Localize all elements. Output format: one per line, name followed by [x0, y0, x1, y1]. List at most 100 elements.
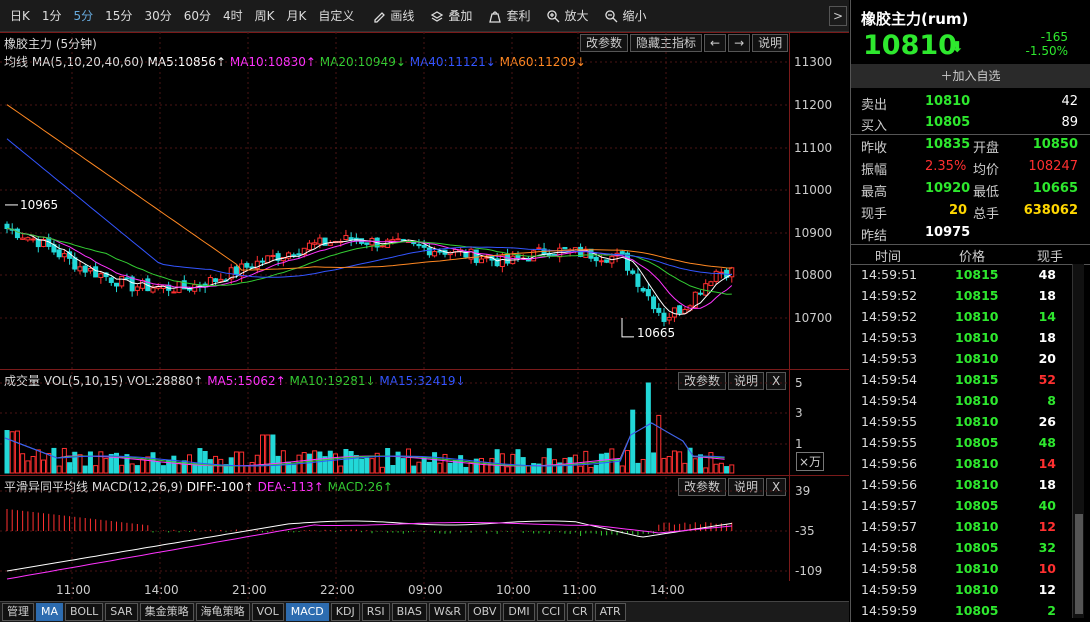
volume-bar [640, 458, 646, 474]
indicator-tab[interactable]: KDJ [330, 603, 360, 621]
period-tab[interactable]: 1分 [36, 6, 68, 26]
tool-button[interactable]: 叠加 [422, 7, 480, 24]
change-percent: -1.50% [1025, 44, 1068, 58]
tick-row: 14:59:52 10815 18 [851, 286, 1076, 307]
expand-arrow-button[interactable]: > [829, 6, 847, 26]
period-tab[interactable]: 5分 [68, 6, 100, 26]
volume-bar [708, 452, 714, 474]
volume-bar [588, 466, 594, 474]
volume-bar [270, 434, 276, 474]
candle [661, 312, 667, 322]
open-label: 开盘 [973, 141, 1000, 156]
tick-price: 10810 [955, 309, 999, 324]
chart-canvas[interactable]: 10965 10665 [0, 32, 790, 601]
indicator-tab[interactable]: CR [567, 603, 593, 621]
indicator-tab[interactable]: W&R [428, 603, 466, 621]
volume-bar [343, 449, 349, 474]
tick-price: 10810 [955, 351, 999, 366]
candle [218, 278, 224, 282]
tick-price: 10815 [955, 372, 999, 387]
time-tick-label: 22:00 [320, 583, 355, 597]
indicator-tab[interactable]: MA [36, 603, 64, 621]
indicator-tab[interactable]: BIAS [391, 603, 427, 621]
volume-bar [317, 451, 323, 474]
tool-button[interactable]: 放大 [538, 7, 596, 24]
volume-bar [93, 465, 99, 474]
indicator-tab[interactable]: CCI [536, 603, 566, 621]
candle [343, 235, 349, 240]
time-axis: 11:00 14:00 21:00 22:00 09:00 10:00 11:00 14:00 [0, 581, 849, 601]
instrument-name: 橡胶主力(rum) [861, 10, 969, 28]
period-tab[interactable]: 60分 [178, 6, 217, 26]
indicator-tab[interactable]: 海龟策略 [195, 603, 250, 621]
indicator-tab[interactable]: BOLL [65, 603, 104, 621]
prev-close-label: 昨收 [861, 141, 888, 156]
time-tick-label: 11:00 [56, 583, 91, 597]
period-tab[interactable]: 4时 [217, 6, 249, 26]
volume-bar [333, 453, 338, 474]
draw-line-button[interactable]: 画线 [364, 7, 422, 24]
period-tab[interactable]: 自定义 [312, 6, 360, 26]
tool-button[interactable]: 缩小 [596, 7, 654, 24]
volume-bar [306, 453, 312, 474]
indicator-tab[interactable]: DMI [503, 603, 535, 621]
tick-row: 14:59:55 10810 26 [851, 412, 1076, 433]
period-tab[interactable]: 日K [4, 6, 36, 26]
candle [306, 242, 312, 251]
scrollbar-thumb[interactable] [1075, 514, 1083, 614]
candle [72, 257, 78, 270]
volume-unit: ×万 [796, 452, 825, 471]
candle [505, 253, 511, 264]
candle [108, 277, 114, 283]
tick-time: 14:59:56 [861, 456, 918, 471]
volume-bar [390, 465, 396, 474]
indicator-tab[interactable]: SAR [105, 603, 138, 621]
volume-bar [656, 414, 662, 474]
stats-row-2: 振幅 2.35% 均价 108247 [851, 156, 1090, 178]
prev-settle-label: 昨结 [861, 229, 888, 244]
ticks-volume-header: 现手 [1037, 250, 1064, 265]
indicator-tab[interactable]: 集金策略 [139, 603, 194, 621]
period-tab[interactable]: 30分 [138, 6, 177, 26]
tick-row: 14:59:55 10805 48 [851, 433, 1076, 454]
low-annotation: 10665 [637, 326, 675, 340]
volume-bar [651, 452, 657, 474]
y-tick-label: 3 [795, 406, 803, 420]
candle [473, 249, 479, 263]
tool-button[interactable]: 套利 [480, 7, 538, 24]
candle [421, 245, 427, 248]
period-tab[interactable]: 月K [281, 6, 313, 26]
volume-bar [9, 431, 15, 474]
tick-time: 14:59:51 [861, 267, 918, 282]
tick-price: 10810 [955, 456, 999, 471]
volume-bar [140, 458, 146, 474]
indicator-tab[interactable]: OBV [468, 603, 502, 621]
candle [30, 238, 36, 241]
volume-bar [479, 457, 484, 474]
volume-bar [4, 430, 10, 474]
tick-price: 10805 [955, 540, 999, 555]
volume-bar [61, 447, 67, 474]
indicator-tab[interactable]: RSI [361, 603, 390, 621]
candle [656, 307, 662, 313]
tick-row: 14:59:57 10810 12 [851, 517, 1076, 538]
tick-time: 14:59:53 [861, 330, 918, 345]
volume-bar [260, 434, 265, 474]
tick-volume: 32 [1038, 540, 1056, 555]
indicator-tab[interactable]: 管理 [2, 603, 34, 621]
volume-bar [416, 461, 422, 474]
indicator-tab[interactable]: VOL [251, 603, 284, 621]
indicator-tab[interactable]: MACD [285, 603, 329, 621]
volume-bar [369, 458, 375, 474]
candle [635, 273, 641, 287]
candle [562, 246, 568, 250]
tick-scrollbar[interactable] [1072, 264, 1084, 618]
indicator-tab[interactable]: ATR [594, 603, 626, 621]
period-tab[interactable]: 周K [249, 6, 281, 26]
overlay-icon [431, 10, 444, 22]
volume-bar [703, 467, 709, 474]
period-tab[interactable]: 15分 [99, 6, 138, 26]
y-tick-label: 1 [795, 437, 803, 451]
add-watchlist-button[interactable]: ＋加入自选 [851, 64, 1090, 88]
tick-time: 14:59:58 [861, 561, 918, 576]
